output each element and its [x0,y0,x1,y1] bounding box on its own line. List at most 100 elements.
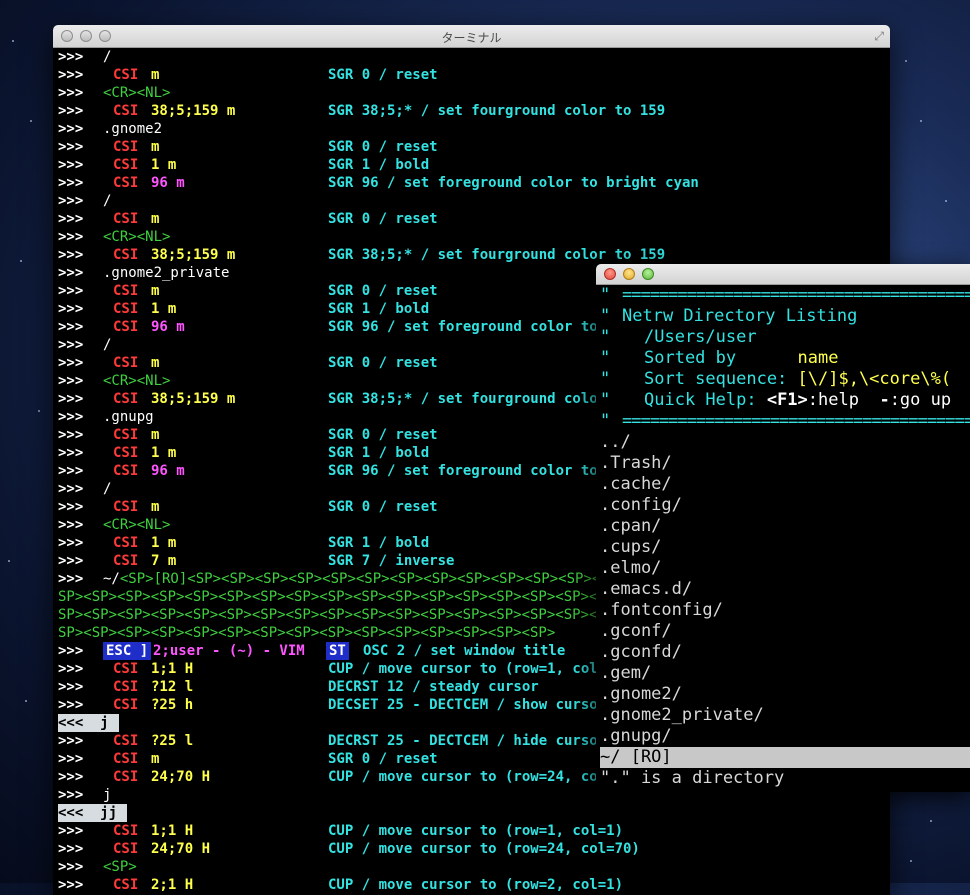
netrw-zoom-button[interactable] [642,268,654,280]
csi-argument: 24;70 H [151,769,211,785]
osc-terminator: ST [326,642,349,660]
csi-argument: 1;1 H [151,823,194,839]
line-prefix: >>> [58,841,84,857]
csi-argument: m [151,751,160,767]
directory-name: .gconfd/ [600,642,682,662]
csi-command: CSI [113,499,139,515]
directory-name: .gconf/ [600,621,672,641]
terminal-line: >>> CSI 38;5;159 m SGR 38;5;* / set fourgro… [58,246,890,264]
netrw-entry[interactable]: .gnome2_private/ [600,705,970,726]
netrw-entry[interactable]: .gem/ [600,663,970,684]
line-prefix: >>> [58,463,84,479]
csi-argument: 24;70 H [151,841,211,857]
csi-argument: m [151,499,160,515]
sequence-description: SGR 1 / bold [328,535,430,551]
sequence-description: SGR 0 / reset [328,67,438,83]
sequence-description: OSC 2 / set window title [363,643,566,659]
netrw-entry[interactable]: .gnome2/ [600,684,970,705]
terminal-line: >>> CSI 2;1 H CUP / move cursor to (row=2, … [58,876,890,894]
terminal-titlebar[interactable]: ターミナル ⤢ [53,25,890,48]
csi-command: CSI [113,391,139,407]
csi-command: CSI [113,157,139,173]
csi-command: CSI [113,175,139,191]
netrw-entry[interactable]: .config/ [600,495,970,516]
line-prefix: >>> [58,85,84,101]
netrw-entry[interactable]: .gnupg/ [600,726,970,747]
line-prefix: >>> [58,49,84,65]
netrw-entry[interactable]: .cpan/ [600,516,970,537]
directory-name: .Trash/ [600,453,672,473]
terminal-line: >>> <CR><NL> [58,228,890,246]
terminal-line: >>> / [58,48,890,66]
netrw-quick-help: " Quick Help: <F1>:help -:go up [600,390,952,410]
netrw-entry[interactable]: .cups/ [600,537,970,558]
line-prefix: >>> [58,499,84,515]
line-prefix: >>> [58,769,84,785]
line-prefix: >>> [58,373,84,389]
sequence-description: SGR 0 / reset [328,499,438,515]
csi-argument: ?12 l [151,679,194,695]
line-prefix: >>> [58,553,84,569]
csi-command: CSI [113,823,139,839]
csi-argument: m [151,283,160,299]
csi-argument: ?25 h [151,697,194,713]
directory-name: .fontconfig/ [600,600,723,620]
control-char: <CR><NL> [103,229,171,245]
line-prefix: >>> [58,877,84,893]
fullscreen-icon[interactable]: ⤢ [874,29,884,44]
line-prefix: >>> [58,643,84,659]
line-prefix: >>> [58,445,84,461]
sequence-description: SGR 1 / bold [328,301,430,317]
line-prefix: >>> [58,67,84,83]
line-prefix: >>> [58,391,84,407]
terminal-line: >>> CSI 1 m SGR 1 / bold [58,156,890,174]
terminal-line: >>> <SP> [58,858,890,876]
csi-command: CSI [113,139,139,155]
netrw-entry[interactable]: .cache/ [600,474,970,495]
terminal-line: >>> CSI 1;1 H CUP / move cursor to (row=1, … [58,822,890,840]
csi-command: CSI [113,463,139,479]
netrw-titlebar[interactable]: ス [596,264,970,285]
csi-argument: 38;5;159 m [151,103,236,119]
terminal-line: >>> <CR><NL> [58,84,890,102]
netrw-close-button[interactable] [604,268,616,280]
line-prefix: >>> [58,859,84,875]
netrw-entries[interactable]: ../.Trash/.cache/.config/.cpan/.cups/.el… [600,432,970,747]
sequence-description: SGR 0 / reset [328,211,438,227]
terminal-line: >>> / [58,192,890,210]
netrw-entry[interactable]: .Trash/ [600,453,970,474]
prompt-path: ~/ [103,571,120,587]
netrw-entry[interactable]: .elmo/ [600,558,970,579]
csi-command: CSI [113,211,139,227]
line-prefix: >>> [58,823,84,839]
csi-argument: 1;1 H [151,661,194,677]
netrw-listing[interactable]: "=======================================… [596,285,970,789]
output-text: .gnome2 [103,121,163,137]
netrw-entry[interactable]: .emacs.d/ [600,579,970,600]
line-prefix: >>> [58,733,84,749]
netrw-entry[interactable]: .gconf/ [600,621,970,642]
terminal-line: >>> CSI 96 m SGR 96 / set foreground color … [58,174,890,192]
directory-name: .cups/ [600,537,662,557]
netrw-sort-sequence: " Sort sequence: [\/]$,\<core\%( [600,369,952,389]
csi-command: CSI [113,319,139,335]
netrw-entry[interactable]: ../ [600,432,970,453]
netrw-entry[interactable]: .fontconfig/ [600,600,970,621]
csi-command: CSI [113,301,139,317]
sequence-description: CUP / move cursor to (row=2, col=1) [328,877,624,893]
window-title: ターミナル [441,31,502,45]
sequence-description: SGR 38;5;* / set fourground color to 159 [328,247,666,263]
netrw-minimize-button[interactable] [623,268,635,280]
input-echo: <<< jj [58,804,128,822]
sequence-description: SGR 38;5;* / set fourground color to 159 [328,103,666,119]
directory-name: .gnupg/ [600,726,672,746]
line-prefix: >>> [58,517,84,533]
netrw-entry[interactable]: .gconfd/ [600,642,970,663]
sequence-description: DECSET 25 - DECTCEM / show cursor [328,697,607,713]
netrw-window[interactable]: ス "=====================================… [596,264,970,792]
control-char: <CR><NL> [103,85,171,101]
osc-payload: 2;user - (~) - VIM [153,643,305,659]
line-prefix: >>> [58,211,84,227]
input-echo: <<< j [58,714,119,732]
line-prefix: >>> [58,355,84,371]
